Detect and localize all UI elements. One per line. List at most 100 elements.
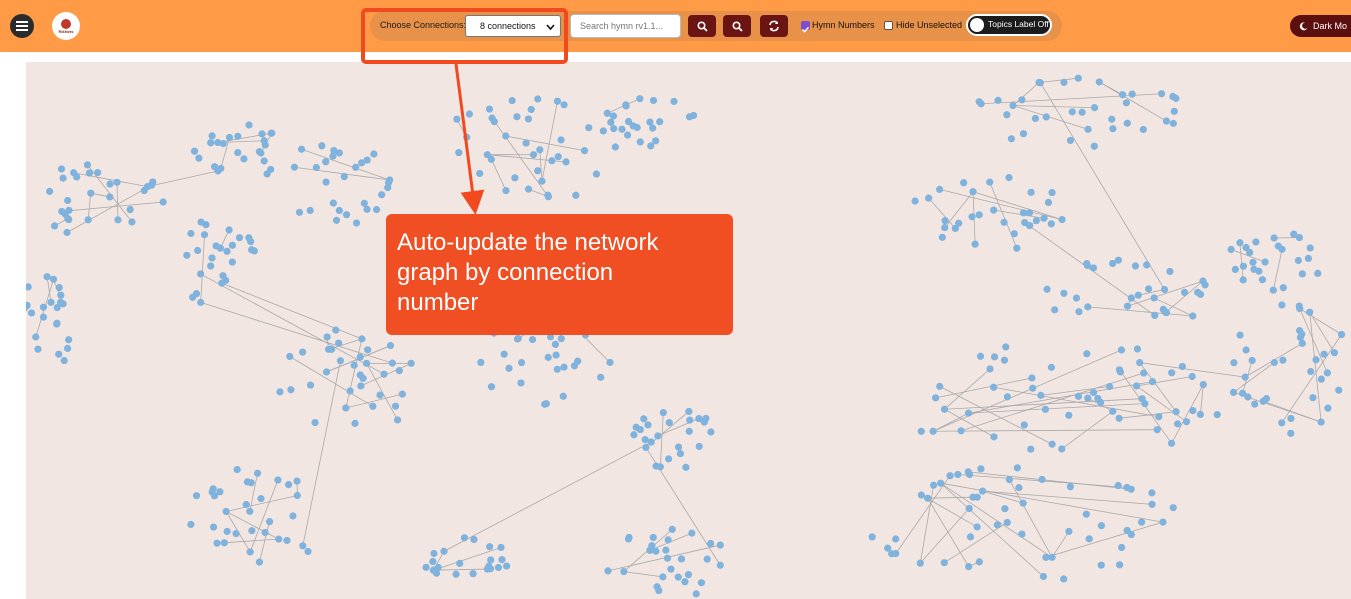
graph-node[interactable] [1151,311,1159,320]
graph-node[interactable] [359,374,367,382]
graph-node[interactable] [1108,115,1116,123]
graph-node[interactable] [990,206,998,214]
graph-node[interactable] [1140,369,1148,377]
graph-node[interactable] [529,151,538,159]
graph-node[interactable] [1320,350,1328,358]
graph-node[interactable] [1074,74,1082,82]
graph-node[interactable] [966,533,975,541]
graph-node[interactable] [460,534,469,542]
graph-node[interactable] [1018,96,1026,104]
graph-node[interactable] [336,357,345,365]
graph-node[interactable] [1213,411,1221,419]
graph-node[interactable] [1244,393,1252,401]
graph-node[interactable] [1005,174,1013,182]
graph-node[interactable] [1189,312,1197,320]
graph-node[interactable] [707,539,715,548]
graph-node[interactable] [1028,374,1036,382]
graph-node[interactable] [1168,369,1176,377]
graph-node[interactable] [1306,244,1314,252]
graph-node[interactable] [440,547,448,555]
graph-node[interactable] [636,425,644,434]
graph-node[interactable] [290,163,299,171]
graph-node[interactable] [1199,380,1207,389]
graph-node[interactable] [370,150,378,158]
graph-node[interactable] [647,438,655,446]
graph-node[interactable] [1279,356,1287,364]
graph-node[interactable] [697,579,706,587]
graph-node[interactable] [452,570,460,578]
graph-node[interactable] [32,333,40,341]
graph-node[interactable] [106,193,114,201]
graph-node[interactable] [245,121,253,129]
graph-node[interactable] [1019,130,1028,138]
graph-node[interactable] [1249,258,1257,266]
graph-node[interactable] [114,216,122,224]
graph-node[interactable] [659,573,667,581]
graph-node[interactable] [261,528,269,537]
graph-node[interactable] [208,254,216,262]
graph-node[interactable] [636,138,644,146]
graph-node[interactable] [220,539,228,547]
graph-node[interactable] [622,101,630,109]
graph-node[interactable] [225,133,234,142]
graph-node[interactable] [263,170,271,178]
graph-node[interactable] [1013,244,1021,252]
graph-node[interactable] [247,479,255,487]
graph-node[interactable] [1290,230,1298,238]
graph-node[interactable] [557,136,565,144]
graph-node[interactable] [1298,270,1306,278]
graph-node[interactable] [1278,245,1286,253]
graph-node[interactable] [1084,125,1092,133]
graph-node[interactable] [986,365,994,373]
graph-node[interactable] [1160,285,1169,294]
graph-node[interactable] [968,213,976,221]
graph-node[interactable] [663,554,672,562]
graph-node[interactable] [1229,388,1238,397]
graph-node[interactable] [1015,484,1023,492]
graph-node[interactable] [128,218,136,226]
graph-node[interactable] [528,335,537,344]
graph-node[interactable] [513,113,521,121]
graph-node[interactable] [1116,561,1124,569]
graph-node[interactable] [618,125,626,133]
graph-node[interactable] [1172,408,1180,416]
graph-node[interactable] [1270,234,1278,242]
graph-node[interactable] [1114,481,1122,490]
graph-node[interactable] [208,488,216,496]
graph-node[interactable] [306,206,314,215]
graph-node[interactable] [248,246,256,254]
graph-node[interactable] [453,115,461,123]
graph-node[interactable] [322,178,330,186]
graph-node[interactable] [585,124,593,132]
graph-node[interactable] [1013,464,1021,472]
graph-node[interactable] [931,394,940,402]
graph-node[interactable] [1278,419,1286,427]
graph-node[interactable] [380,370,388,378]
graph-node[interactable] [1072,294,1081,302]
graph-node[interactable] [463,133,471,141]
graph-node[interactable] [351,419,359,428]
graph-node[interactable] [977,465,985,473]
graph-node[interactable] [1278,301,1286,309]
graph-node[interactable] [1029,384,1037,392]
graph-node[interactable] [1236,239,1244,247]
graph-node[interactable] [630,431,638,439]
graph-node[interactable] [559,392,567,400]
graph-node[interactable] [929,427,937,435]
graph-node[interactable] [1066,136,1075,145]
graph-node[interactable] [197,298,205,306]
graph-node[interactable] [599,127,607,135]
graph-node[interactable] [930,481,938,489]
graph-node[interactable] [149,178,157,186]
graph-node[interactable] [1035,78,1043,87]
graph-node[interactable] [50,222,59,230]
graph-node[interactable] [1242,346,1250,354]
graph-node[interactable] [228,241,237,249]
graph-node[interactable] [1139,125,1147,134]
graph-node[interactable] [430,549,438,558]
graph-node[interactable] [674,573,682,581]
graph-node[interactable] [960,179,968,187]
graph-node[interactable] [364,346,372,354]
graph-node[interactable] [1231,265,1239,274]
graph-node[interactable] [312,163,320,172]
